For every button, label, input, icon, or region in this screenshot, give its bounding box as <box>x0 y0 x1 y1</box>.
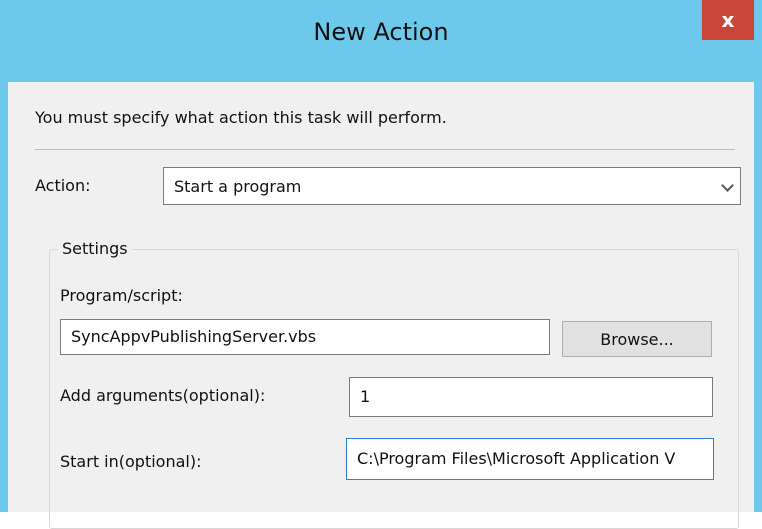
close-button[interactable]: x <box>702 0 754 40</box>
arguments-label: Add arguments(optional): <box>60 386 266 405</box>
new-action-dialog: New Action x You must specify what actio… <box>0 0 762 529</box>
browse-button[interactable]: Browse... <box>562 321 712 357</box>
window-title: New Action <box>313 18 449 46</box>
close-icon: x <box>721 8 735 32</box>
program-script-label: Program/script: <box>60 286 183 305</box>
title-bar[interactable]: New Action x <box>0 0 762 82</box>
action-select[interactable]: Start a program <box>163 167 741 205</box>
settings-legend: Settings <box>58 239 132 258</box>
action-label: Action: <box>35 176 91 195</box>
instruction-text: You must specify what action this task w… <box>35 108 447 127</box>
arguments-input[interactable]: 1 <box>349 377 713 417</box>
start-in-label: Start in(optional): <box>60 452 202 471</box>
divider <box>35 149 735 150</box>
start-in-input[interactable]: C:\Program Files\Microsoft Application V <box>346 438 714 480</box>
action-select-value: Start a program <box>174 177 302 196</box>
program-script-input[interactable]: SyncAppvPublishingServer.vbs <box>60 319 550 355</box>
chevron-down-icon <box>721 179 734 192</box>
